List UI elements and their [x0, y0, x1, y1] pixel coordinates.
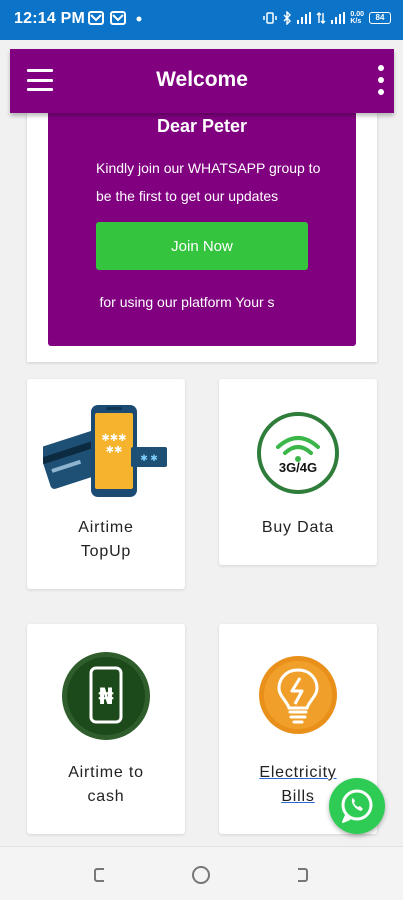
lightbulb-icon [259, 656, 337, 734]
network-speed: 0.00 K/s [350, 11, 364, 25]
phone-card-icon: ✱✱✱ ✱✱ ✱ ✱ [43, 405, 167, 497]
airtime-to-cash-tile[interactable]: ₦ Airtime to cash [27, 624, 185, 834]
join-now-button[interactable]: Join Now [96, 222, 308, 270]
3g-4g-icon: 3G/4G [257, 412, 339, 494]
whatsapp-button[interactable] [329, 778, 385, 834]
dot-icon [136, 16, 142, 22]
greeting-text: Dear Peter [156, 116, 248, 136]
whatsapp-invite-text: Kindly join our WHATSAPP group to be the… [96, 160, 321, 204]
recent-apps-icon[interactable] [90, 864, 112, 886]
svg-text:✱✱✱: ✱✱✱ [101, 433, 126, 444]
data-transfer-icon [316, 12, 326, 24]
home-icon[interactable] [190, 864, 212, 886]
svg-text:3G/4G: 3G/4G [279, 460, 317, 475]
svg-text:✱ ✱: ✱ ✱ [140, 453, 158, 463]
svg-text:₦: ₦ [98, 685, 113, 710]
airtime-topup-tile[interactable]: ✱✱✱ ✱✱ ✱ ✱ Airtime TopUp [27, 379, 185, 589]
mail-icon [88, 11, 104, 25]
battery-icon: 84 [369, 12, 391, 24]
buy-data-label: Buy Data [261, 519, 335, 536]
whatsapp-icon [341, 789, 373, 823]
airtime-to-cash-label: Airtime to cash [68, 764, 144, 805]
signal-4g-icon [331, 12, 346, 24]
vibrate-icon [263, 12, 278, 24]
status-bar: 12:14 PM 0.00 K/s 84 [0, 0, 403, 40]
naira-phone-icon: ₦ [62, 652, 150, 740]
more-vert-icon[interactable] [376, 65, 386, 95]
mail-icon [110, 11, 126, 25]
scrolling-notice: ou for using our platform Your s [96, 294, 275, 310]
announcement-card: Dear Peter Kindly join our WHATSAPP grou… [27, 108, 377, 362]
bluetooth-icon [283, 11, 292, 25]
page-title: Welcome [156, 68, 248, 91]
announcement-banner: Dear Peter Kindly join our WHATSAPP grou… [48, 108, 356, 346]
app-bar: Welcome [10, 49, 394, 113]
status-time: 12:14 PM [14, 10, 85, 27]
airtime-topup-label: Airtime TopUp [78, 519, 134, 560]
back-icon[interactable] [290, 864, 312, 886]
signal-icon [297, 12, 312, 24]
buy-data-tile[interactable]: 3G/4G Buy Data [219, 379, 377, 565]
system-nav-bar [0, 846, 403, 900]
svg-text:✱✱: ✱✱ [106, 445, 123, 456]
